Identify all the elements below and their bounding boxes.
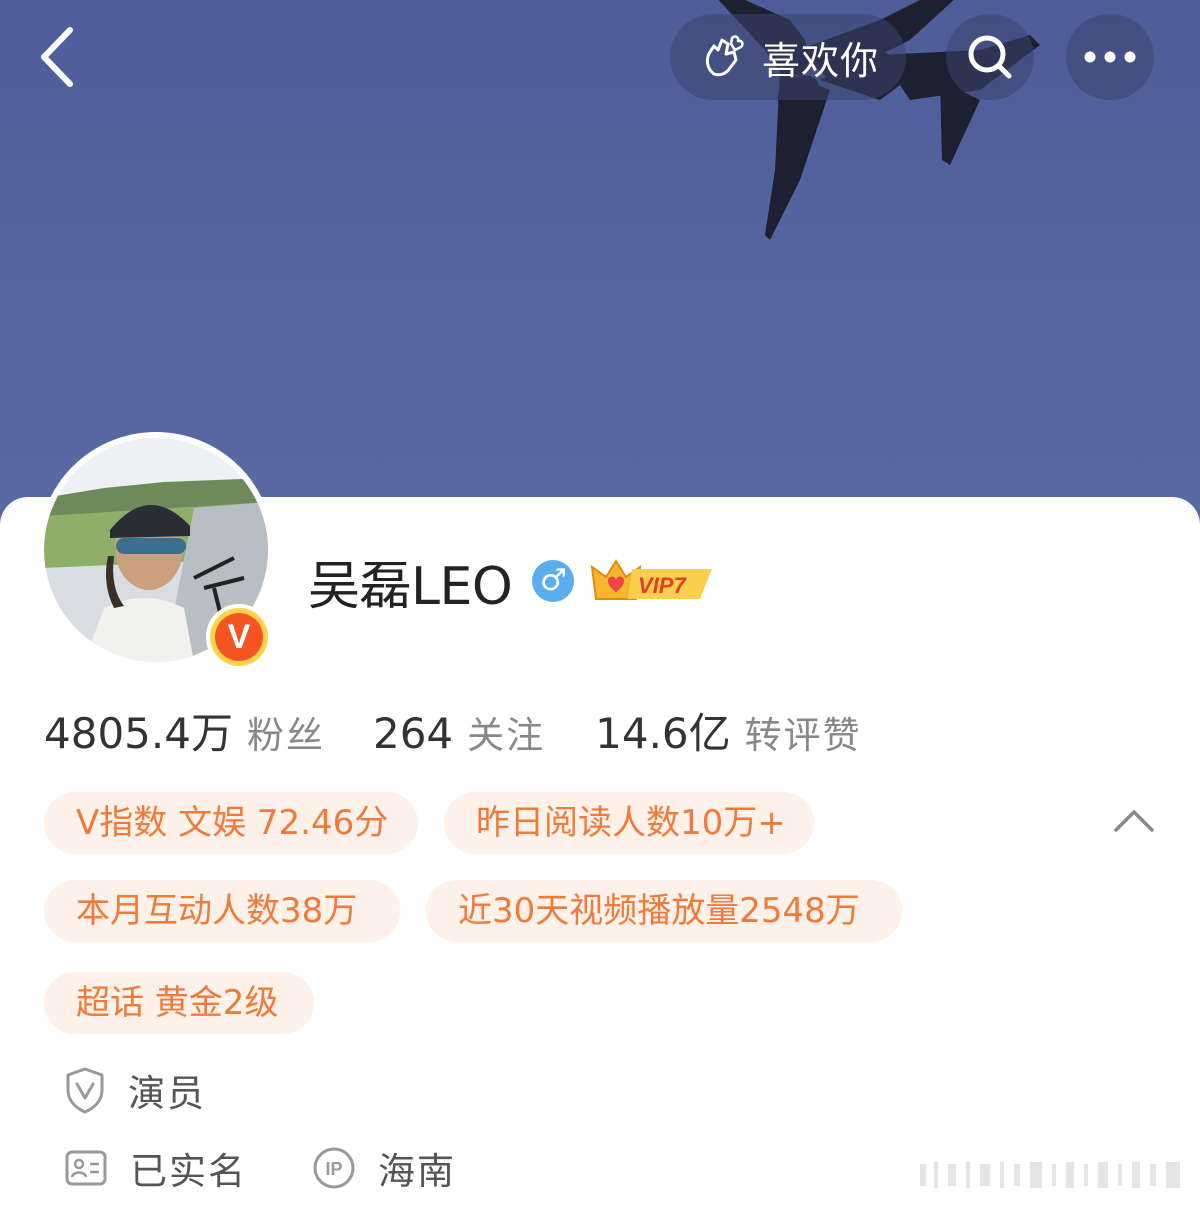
id-card-icon xyxy=(65,1150,107,1186)
verified-v-icon: V xyxy=(215,613,263,661)
shield-v-icon xyxy=(66,1067,104,1114)
real-name-row: 已实名 xyxy=(64,1140,247,1196)
collapse-button[interactable] xyxy=(1112,806,1156,836)
like-button[interactable]: 喜欢你 xyxy=(670,14,906,100)
stat-interactions[interactable]: 14.6亿 转评赞 xyxy=(595,700,862,761)
ip-icon: IP xyxy=(313,1147,355,1189)
stats-row: 4805.4万 粉丝 264 关注 14.6亿 转评赞 xyxy=(44,700,862,759)
tag-monthly-interactions[interactable]: 本月互动人数38万 xyxy=(44,880,400,942)
following-count: 264 xyxy=(372,709,454,758)
back-button[interactable] xyxy=(30,22,90,92)
ip-location-row: IP 海南 xyxy=(312,1140,456,1196)
chevron-left-icon xyxy=(41,27,73,87)
tag-v-index[interactable]: V指数 文娱 72.46分 xyxy=(44,792,418,854)
followers-count: 4805.4万 xyxy=(44,709,233,758)
verified-badge: V xyxy=(206,604,272,670)
interactions-label: 转评赞 xyxy=(744,714,862,757)
tag-yesterday-reads[interactable]: 昨日阅读人数10万+ xyxy=(444,792,814,854)
stat-followers[interactable]: 4805.4万 粉丝 xyxy=(44,700,325,761)
interactions-count: 14.6亿 xyxy=(595,709,731,758)
user-name: 吴磊LEO xyxy=(308,556,513,617)
search-button[interactable] xyxy=(946,14,1034,100)
tag-video-plays[interactable]: 近30天视频播放量2548万 xyxy=(426,880,902,942)
occupation-text: 演员 xyxy=(128,1072,206,1115)
male-gender-icon: ♂ xyxy=(532,560,575,602)
name-row: 吴磊LEO ♂ VIP7 xyxy=(308,548,716,617)
occupation-row: 演员 xyxy=(64,1062,206,1118)
real-name-text: 已实名 xyxy=(130,1150,247,1193)
more-icon xyxy=(1084,51,1136,63)
more-button[interactable] xyxy=(1066,14,1154,100)
followers-label: 粉丝 xyxy=(246,714,325,757)
like-label: 喜欢你 xyxy=(762,38,880,83)
vip-badge[interactable]: VIP7 xyxy=(588,555,716,607)
finger-heart-icon xyxy=(705,35,744,77)
watermark-graphic xyxy=(920,1162,1180,1188)
ip-location-text: 海南 xyxy=(378,1150,456,1193)
following-label: 关注 xyxy=(467,714,546,757)
ip-icon-label: IP xyxy=(325,1159,342,1179)
stat-following[interactable]: 264 关注 xyxy=(373,705,545,759)
vip-label: VIP7 xyxy=(638,573,687,598)
tag-super-topic[interactable]: 超话 黄金2级 xyxy=(44,972,314,1034)
search-icon xyxy=(968,35,1012,79)
chevron-up-icon xyxy=(1114,810,1154,832)
